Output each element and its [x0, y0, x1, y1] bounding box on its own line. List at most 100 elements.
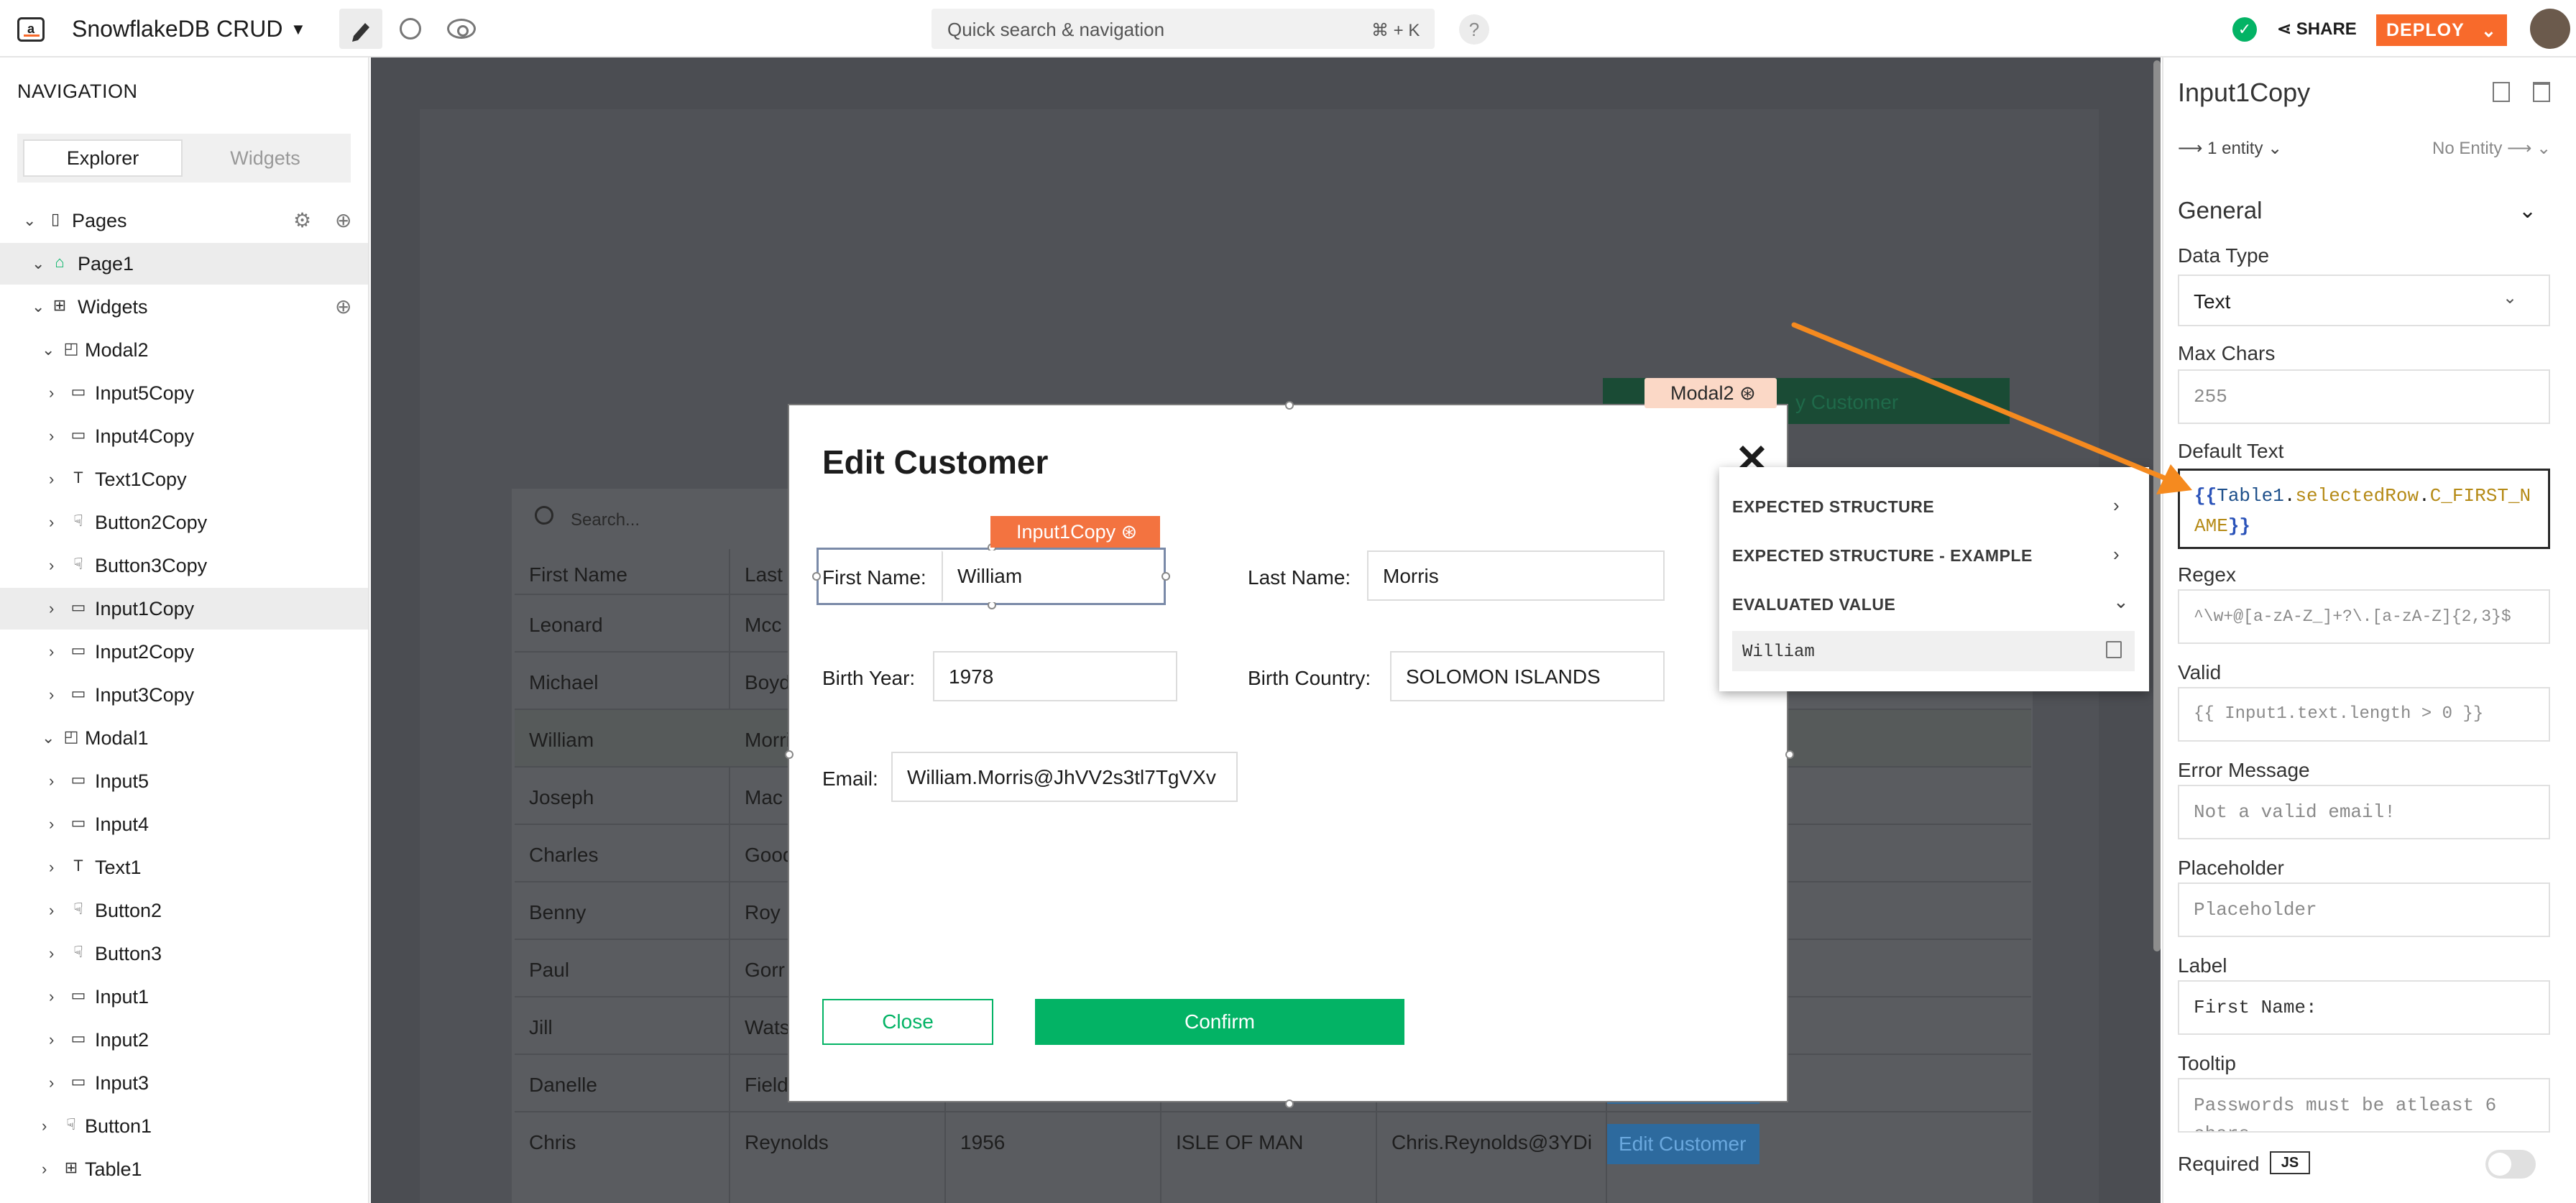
close-button[interactable]: Close [822, 999, 993, 1045]
tree-item-modal2[interactable]: ⌄ ◰ Modal2 [0, 329, 368, 371]
chevron-right-icon[interactable]: › [49, 772, 54, 791]
input-widget-tag[interactable]: Input1Copy ⊛ [990, 516, 1160, 548]
deploy-button[interactable]: DEPLOY ⌄ [2376, 14, 2507, 46]
data-type-select[interactable]: Text [2178, 275, 2550, 326]
chevron-right-icon[interactable]: › [49, 686, 54, 704]
tree-item-input3copy[interactable]: › ▭ Input3Copy [0, 674, 368, 716]
chevron-right-icon[interactable]: › [42, 1117, 47, 1135]
share-button[interactable]: ⋖ SHARE [2277, 19, 2357, 40]
birth-year-input[interactable]: 1978 [933, 651, 1177, 701]
settings-icon[interactable]: ⊛ [1739, 382, 1756, 404]
regex-input[interactable]: ^\w+@[a-zA-Z_]+?\.[a-zA-Z]{2,3}$ [2178, 589, 2550, 644]
tree-item-pages[interactable]: ⌄ ▯ Pages ⚙ ⊕ [0, 200, 368, 241]
first-name-cell[interactable]: Paul [529, 959, 569, 982]
first-name-cell[interactable]: Jill [529, 1016, 553, 1039]
chevron-right-icon[interactable]: › [49, 470, 54, 489]
chevron-down-icon[interactable]: ⌄ [2481, 20, 2497, 42]
first-name-cell[interactable]: Leonard [529, 614, 603, 637]
appsmith-logo-icon[interactable]: a [17, 17, 45, 42]
tab-explorer[interactable]: Explorer [23, 139, 183, 177]
resize-handle[interactable] [1285, 401, 1294, 410]
tab-widgets[interactable]: Widgets [185, 139, 345, 177]
tree-item-button1[interactable]: › ☟ Button1 [0, 1105, 368, 1147]
tree-item-input2[interactable]: › ▭ Input2 [0, 1019, 368, 1061]
first-name-cell[interactable]: Chris [529, 1131, 576, 1154]
chevron-right-icon[interactable]: › [49, 901, 54, 920]
user-avatar[interactable] [2530, 9, 2570, 49]
chevron-down-icon[interactable]: ⌄ [2518, 198, 2536, 223]
chevron-right-icon[interactable]: › [49, 1031, 54, 1049]
chevron-down-icon[interactable]: ⌄ [2113, 591, 2129, 613]
chevron-down-icon[interactable]: ▼ [290, 20, 306, 39]
country-cell[interactable]: ISLE OF MAN [1176, 1131, 1303, 1154]
chevron-right-icon[interactable]: › [49, 987, 54, 1006]
birth-country-input[interactable]: SOLOMON ISLANDS [1390, 651, 1665, 701]
resize-handle[interactable] [1162, 572, 1170, 581]
js-toggle-button[interactable]: JS [2270, 1151, 2310, 1174]
chevron-right-icon[interactable]: › [49, 858, 54, 877]
valid-input[interactable]: {{ Input1.text.length > 0 }} [2178, 687, 2550, 742]
chevron-down-icon[interactable]: ⌄ [23, 211, 36, 230]
chevron-right-icon[interactable]: › [49, 1074, 54, 1092]
chevron-down-icon[interactable]: ⌄ [42, 729, 55, 747]
max-chars-input[interactable]: 255 [2178, 369, 2550, 424]
chevron-right-icon[interactable]: › [49, 815, 54, 834]
resize-handle[interactable] [1785, 750, 1794, 759]
first-name-cell[interactable]: Danelle [529, 1074, 597, 1097]
chevron-right-icon[interactable]: › [42, 1160, 47, 1179]
outgoing-dropdown[interactable]: No Entity ⟶ ⌄ [2432, 138, 2551, 159]
first-name-cell[interactable]: William [529, 729, 594, 752]
tree-item-input4[interactable]: › ▭ Input4 [0, 803, 368, 845]
last-name-cell[interactable]: Roy [745, 901, 781, 924]
first-name-cell[interactable]: Michael [529, 671, 598, 694]
tree-item-input5copy[interactable]: › ▭ Input5Copy [0, 372, 368, 414]
table-search-input[interactable]: Search... [571, 510, 640, 530]
birth-year-cell[interactable]: 1956 [960, 1131, 1005, 1154]
last-name-cell[interactable]: Mac [745, 786, 783, 809]
tree-item-button3[interactable]: › ☟ Button3 [0, 933, 368, 974]
tree-item-table1[interactable]: › ⊞ Table1 [0, 1148, 368, 1190]
view-mode-icon[interactable] [447, 19, 476, 39]
confirm-button[interactable]: Confirm [1035, 999, 1404, 1045]
delete-icon[interactable] [2533, 82, 2550, 102]
last-name-cell[interactable]: Field [745, 1074, 788, 1097]
resize-handle[interactable] [785, 750, 794, 759]
evaluated-value-row[interactable]: EVALUATED VALUE [1732, 595, 1895, 614]
chevron-right-icon[interactable]: › [49, 599, 54, 618]
chevron-down-icon[interactable]: ⌄ [2503, 287, 2517, 308]
last-name-cell[interactable]: Wats [745, 1016, 790, 1039]
tree-item-input1[interactable]: › ▭ Input1 [0, 976, 368, 1018]
add-icon[interactable]: ⊕ [335, 208, 351, 232]
last-name-cell[interactable]: Morri [745, 729, 791, 752]
chevron-right-icon[interactable]: › [49, 642, 54, 661]
copy-widget-icon[interactable] [2493, 82, 2510, 102]
app-title[interactable]: SnowflakeDB CRUD [72, 16, 282, 42]
chevron-down-icon[interactable]: ⌄ [42, 341, 55, 359]
default-text-input[interactable]: {{Table1.selectedRow.C_FIRST_NAME}} [2178, 469, 2550, 549]
tree-item-button3copy[interactable]: › ☟ Button3Copy [0, 545, 368, 586]
tree-item-page1[interactable]: ⌄ ⌂ Page1 [0, 243, 368, 285]
last-name-cell[interactable]: Gorr [745, 959, 785, 982]
connections-dropdown[interactable]: ⟶ 1 entity ⌄ [2178, 138, 2282, 159]
expected-example-row[interactable]: EXPECTED STRUCTURE - EXAMPLE [1732, 546, 2033, 566]
last-name-cell[interactable]: Good [745, 844, 794, 867]
tree-item-text1[interactable]: › T Text1 [0, 847, 368, 888]
chevron-right-icon[interactable]: › [49, 556, 54, 575]
chevron-down-icon[interactable]: ⌄ [32, 298, 45, 316]
tree-item-text1copy[interactable]: › T Text1Copy [0, 458, 368, 500]
last-name-cell[interactable]: Boyd [745, 671, 791, 694]
modal-widget-tag[interactable]: Modal2 ⊛ [1644, 378, 1777, 408]
resize-handle[interactable] [1285, 1100, 1294, 1108]
tree-item-input2copy[interactable]: › ▭ Input2Copy [0, 631, 368, 673]
required-switch[interactable] [2485, 1150, 2536, 1179]
error-message-input[interactable]: Not a valid email! [2178, 785, 2550, 839]
copy-icon[interactable] [2106, 641, 2122, 658]
settings-icon[interactable]: ⚙ [293, 208, 311, 232]
chevron-right-icon[interactable]: › [49, 513, 54, 532]
chevron-down-icon[interactable]: ⌄ [32, 254, 45, 273]
tree-item-input4copy[interactable]: › ▭ Input4Copy [0, 415, 368, 457]
first-name-cell[interactable]: Joseph [529, 786, 594, 809]
help-icon[interactable]: ? [1459, 14, 1489, 45]
tree-item-input3[interactable]: › ▭ Input3 [0, 1062, 368, 1104]
first-name-cell[interactable]: Benny [529, 901, 586, 924]
